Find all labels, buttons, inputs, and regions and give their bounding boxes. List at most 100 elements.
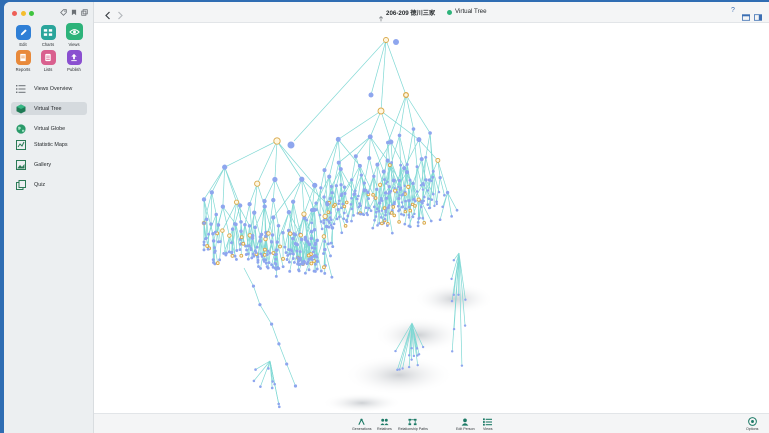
person-node[interactable] xyxy=(293,232,298,237)
person-node[interactable] xyxy=(275,252,278,256)
person-node[interactable] xyxy=(377,209,381,213)
person-node[interactable] xyxy=(306,260,310,264)
ancestor-node[interactable] xyxy=(322,213,328,219)
ancestor-node[interactable] xyxy=(391,205,396,209)
person-node[interactable] xyxy=(329,218,333,222)
ancestor-node[interactable] xyxy=(342,204,347,209)
person-node[interactable] xyxy=(427,197,431,201)
person-node[interactable] xyxy=(230,227,235,231)
person-node[interactable] xyxy=(386,224,389,227)
person-node[interactable] xyxy=(292,260,296,264)
ancestor-node[interactable] xyxy=(344,200,349,205)
person-node[interactable] xyxy=(319,220,323,224)
person-node[interactable] xyxy=(301,260,305,264)
person-node[interactable] xyxy=(230,251,234,255)
person-node[interactable] xyxy=(290,199,296,204)
person-node[interactable] xyxy=(271,380,274,383)
person-node[interactable] xyxy=(417,353,421,356)
sidebar-item-views-overview[interactable]: Views Overview xyxy=(11,82,87,95)
person-node[interactable] xyxy=(367,134,373,140)
person-node[interactable] xyxy=(250,233,255,238)
person-node[interactable] xyxy=(271,265,275,269)
person-node[interactable] xyxy=(437,190,441,194)
person-node[interactable] xyxy=(293,384,298,388)
person-node[interactable] xyxy=(438,218,442,222)
person-node[interactable] xyxy=(328,221,331,225)
person-node[interactable] xyxy=(411,181,415,186)
person-node[interactable] xyxy=(202,243,206,247)
person-node[interactable] xyxy=(416,221,420,224)
ancestor-node[interactable] xyxy=(321,234,327,239)
person-node[interactable] xyxy=(211,258,215,262)
person-node[interactable] xyxy=(329,241,333,245)
copy-icon[interactable] xyxy=(81,9,88,18)
person-node[interactable] xyxy=(313,242,318,247)
ancestor-node[interactable] xyxy=(230,253,235,258)
publish-button[interactable]: Publish xyxy=(62,50,86,72)
person-node[interactable] xyxy=(362,181,366,185)
person-node[interactable] xyxy=(267,261,271,265)
person-node[interactable] xyxy=(320,227,324,231)
ancestor-node[interactable] xyxy=(422,221,427,225)
person-node[interactable] xyxy=(397,185,400,188)
person-node[interactable] xyxy=(272,176,278,183)
person-node[interactable] xyxy=(271,197,276,203)
person-node[interactable] xyxy=(266,249,270,253)
person-node[interactable] xyxy=(281,265,285,269)
person-node[interactable] xyxy=(452,258,456,262)
ancestor-node[interactable] xyxy=(281,257,285,261)
person-node[interactable] xyxy=(352,192,356,197)
person-node[interactable] xyxy=(411,127,416,131)
person-node[interactable] xyxy=(259,232,264,237)
person-node[interactable] xyxy=(246,244,250,248)
person-node[interactable] xyxy=(312,254,316,258)
ancestor-node[interactable] xyxy=(410,202,415,207)
person-node[interactable] xyxy=(371,226,375,230)
person-node[interactable] xyxy=(285,362,289,366)
person-node[interactable] xyxy=(206,247,210,251)
person-node[interactable] xyxy=(270,322,274,326)
person-node[interactable] xyxy=(252,210,257,215)
person-node[interactable] xyxy=(266,266,270,270)
person-node[interactable] xyxy=(390,161,394,165)
person-node[interactable] xyxy=(402,213,406,217)
ancestor-node[interactable] xyxy=(435,157,441,163)
person-node[interactable] xyxy=(411,198,415,201)
person-node[interactable] xyxy=(288,269,292,273)
person-node[interactable] xyxy=(239,229,243,233)
person-node[interactable] xyxy=(235,249,239,252)
person-node[interactable] xyxy=(350,178,354,182)
person-node[interactable] xyxy=(421,345,425,349)
person-node[interactable] xyxy=(303,271,307,275)
person-node[interactable] xyxy=(286,210,292,215)
person-node[interactable] xyxy=(416,224,420,228)
person-node[interactable] xyxy=(202,240,206,244)
person-node[interactable] xyxy=(416,363,419,367)
person-node[interactable] xyxy=(234,257,238,261)
person-node[interactable] xyxy=(283,245,287,249)
person-node[interactable] xyxy=(408,178,412,182)
person-node[interactable] xyxy=(407,354,411,357)
ancestor-node[interactable] xyxy=(343,224,348,228)
person-node[interactable] xyxy=(350,219,353,223)
person-node[interactable] xyxy=(415,347,419,350)
person-node[interactable] xyxy=(258,239,262,243)
person-node[interactable] xyxy=(390,231,394,235)
ancestor-node[interactable] xyxy=(266,231,271,236)
ancestor-node[interactable] xyxy=(309,261,314,266)
person-node[interactable] xyxy=(309,236,314,241)
person-node[interactable] xyxy=(278,405,281,409)
person-node[interactable] xyxy=(246,257,250,261)
ancestor-node[interactable] xyxy=(278,244,282,249)
virtual-tree-canvas[interactable] xyxy=(94,23,769,414)
ancestor-node[interactable] xyxy=(288,231,293,236)
person-node[interactable] xyxy=(375,187,379,192)
person-node[interactable] xyxy=(397,133,402,138)
person-node[interactable] xyxy=(220,204,226,209)
person-node[interactable] xyxy=(309,229,314,234)
person-node[interactable] xyxy=(325,202,330,207)
person-node[interactable] xyxy=(213,249,217,253)
person-node[interactable] xyxy=(339,183,343,187)
person-node[interactable] xyxy=(285,258,289,261)
person-node[interactable] xyxy=(307,268,311,272)
